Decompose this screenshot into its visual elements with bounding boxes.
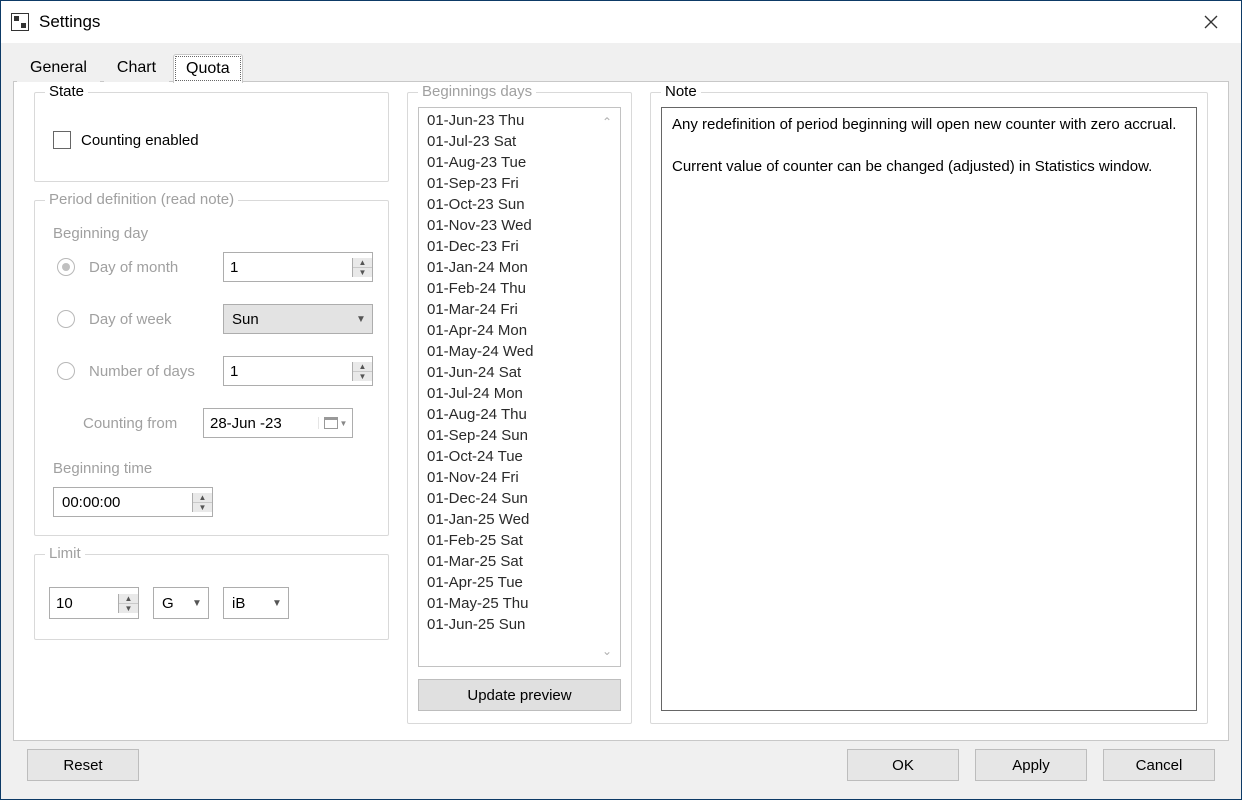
list-item[interactable]: 01-Sep-24 Sun xyxy=(427,425,602,446)
client-area: General Chart Quota State Counting enabl… xyxy=(1,43,1241,799)
list-item[interactable]: 01-May-25 Thu xyxy=(427,593,602,614)
group-state: State Counting enabled xyxy=(34,92,389,182)
close-icon xyxy=(1204,15,1218,29)
list-item[interactable]: 01-Jul-24 Mon xyxy=(427,383,602,404)
group-beginnings-label: Beginnings days xyxy=(418,83,536,100)
note-text: Any redefinition of period beginning wil… xyxy=(661,107,1197,711)
cancel-button[interactable]: Cancel xyxy=(1103,749,1215,781)
chevron-down-icon: ▼ xyxy=(350,314,372,325)
spinner-arrows-icon[interactable]: ▲▼ xyxy=(118,594,138,613)
reset-button[interactable]: Reset xyxy=(27,749,139,781)
list-item[interactable]: 01-Feb-24 Thu xyxy=(427,278,602,299)
label-day-of-month: Day of month xyxy=(89,259,209,276)
list-item[interactable]: 01-Nov-24 Fri xyxy=(427,467,602,488)
group-limit-label: Limit xyxy=(45,545,85,562)
calendar-icon xyxy=(324,417,338,429)
spinner-arrows-icon[interactable]: ▲▼ xyxy=(352,362,372,381)
group-state-label: State xyxy=(45,83,88,100)
limit-suffix-value: iB xyxy=(224,595,266,612)
beginning-day-label: Beginning day xyxy=(53,225,374,242)
counting-from-datepicker[interactable]: 28-Jun -23 ▼ xyxy=(203,408,353,438)
counting-from-value: 28-Jun -23 xyxy=(204,415,318,432)
tabstrip: General Chart Quota xyxy=(13,53,1229,82)
list-item[interactable]: 01-Dec-24 Sun xyxy=(427,488,602,509)
chevron-down-icon: ▼ xyxy=(266,598,288,609)
radio-number-of-days[interactable] xyxy=(57,362,75,380)
group-limit: Limit 10 ▲▼ G ▼ iB ▼ xyxy=(34,554,389,640)
tab-quota[interactable]: Quota xyxy=(173,54,243,83)
limit-prefix-value: G xyxy=(154,595,186,612)
list-item[interactable]: 01-Jun-25 Sun xyxy=(427,614,602,635)
counting-enabled-row[interactable]: Counting enabled xyxy=(53,131,370,149)
chevron-down-icon: ▼ xyxy=(186,598,208,609)
counting-enabled-label: Counting enabled xyxy=(81,132,199,149)
beginning-time-value: 00:00:00 xyxy=(54,494,192,511)
update-preview-button[interactable]: Update preview xyxy=(418,679,621,711)
list-item[interactable]: 01-Jan-24 Mon xyxy=(427,257,602,278)
note-paragraph-1: Any redefinition of period beginning wil… xyxy=(672,114,1186,136)
radio-day-of-month[interactable] xyxy=(57,258,75,276)
limit-amount-value: 10 xyxy=(50,595,118,612)
list-item[interactable]: 01-Sep-23 Fri xyxy=(427,173,602,194)
group-period-label: Period definition (read note) xyxy=(45,191,238,208)
list-item[interactable]: 01-Jan-25 Wed xyxy=(427,509,602,530)
app-icon xyxy=(11,13,29,31)
list-item[interactable]: 01-Aug-23 Tue xyxy=(427,152,602,173)
beginnings-listbox[interactable]: ⌃⌄ 01-Jun-23 Thu01-Jul-23 Sat01-Aug-23 T… xyxy=(418,107,621,667)
limit-amount-spinner[interactable]: 10 ▲▼ xyxy=(49,587,139,619)
limit-suffix-combo[interactable]: iB ▼ xyxy=(223,587,289,619)
tab-content-quota: State Counting enabled Period definition… xyxy=(13,81,1229,741)
tab-general[interactable]: General xyxy=(17,53,100,82)
label-counting-from: Counting from xyxy=(83,415,189,432)
apply-button[interactable]: Apply xyxy=(975,749,1087,781)
scrollbar[interactable]: ⌃⌄ xyxy=(602,112,616,662)
day-of-week-combo[interactable]: Sun ▼ xyxy=(223,304,373,334)
number-of-days-spinner[interactable]: 1 ▲▼ xyxy=(223,356,373,386)
counting-enabled-checkbox[interactable] xyxy=(53,131,71,149)
list-item[interactable]: 01-Feb-25 Sat xyxy=(427,530,602,551)
group-beginnings: Beginnings days ⌃⌄ 01-Jun-23 Thu01-Jul-2… xyxy=(407,92,632,724)
dialog-footer: Reset OK Apply Cancel xyxy=(13,741,1229,789)
day-of-month-value: 1 xyxy=(224,259,352,276)
chevron-down-icon: ⌄ xyxy=(602,641,616,662)
list-item[interactable]: 01-Mar-24 Fri xyxy=(427,299,602,320)
group-note-label: Note xyxy=(661,83,701,100)
label-number-of-days: Number of days xyxy=(89,363,209,380)
chevron-up-icon: ⌃ xyxy=(602,112,616,133)
tab-chart[interactable]: Chart xyxy=(104,53,169,82)
group-period: Period definition (read note) Beginning … xyxy=(34,200,389,536)
number-of-days-value: 1 xyxy=(224,363,352,380)
settings-window: Settings General Chart Quota State Count… xyxy=(0,0,1242,800)
list-item[interactable]: 01-May-24 Wed xyxy=(427,341,602,362)
label-day-of-week: Day of week xyxy=(89,311,209,328)
ok-button[interactable]: OK xyxy=(847,749,959,781)
list-item[interactable]: 01-Jul-23 Sat xyxy=(427,131,602,152)
list-item[interactable]: 01-Dec-23 Fri xyxy=(427,236,602,257)
spinner-arrows-icon[interactable]: ▲▼ xyxy=(352,258,372,277)
limit-prefix-combo[interactable]: G ▼ xyxy=(153,587,209,619)
day-of-month-spinner[interactable]: 1 ▲▼ xyxy=(223,252,373,282)
list-item[interactable]: 01-Jun-24 Sat xyxy=(427,362,602,383)
radio-day-of-week[interactable] xyxy=(57,310,75,328)
group-note: Note Any redefinition of period beginnin… xyxy=(650,92,1208,724)
window-title: Settings xyxy=(39,12,100,32)
beginning-time-label: Beginning time xyxy=(53,460,374,477)
list-item[interactable]: 01-Nov-23 Wed xyxy=(427,215,602,236)
list-item[interactable]: 01-Apr-25 Tue xyxy=(427,572,602,593)
list-item[interactable]: 01-Aug-24 Thu xyxy=(427,404,602,425)
close-button[interactable] xyxy=(1191,7,1231,37)
note-paragraph-2: Current value of counter can be changed … xyxy=(672,156,1186,178)
day-of-week-value: Sun xyxy=(224,311,350,328)
list-item[interactable]: 01-Jun-23 Thu xyxy=(427,110,602,131)
list-item[interactable]: 01-Oct-23 Sun xyxy=(427,194,602,215)
list-item[interactable]: 01-Mar-25 Sat xyxy=(427,551,602,572)
beginning-time-spinner[interactable]: 00:00:00 ▲▼ xyxy=(53,487,213,517)
list-item[interactable]: 01-Apr-24 Mon xyxy=(427,320,602,341)
spinner-arrows-icon[interactable]: ▲▼ xyxy=(192,493,212,512)
chevron-down-icon: ▼ xyxy=(340,419,348,428)
list-item[interactable]: 01-Oct-24 Tue xyxy=(427,446,602,467)
titlebar: Settings xyxy=(1,1,1241,43)
